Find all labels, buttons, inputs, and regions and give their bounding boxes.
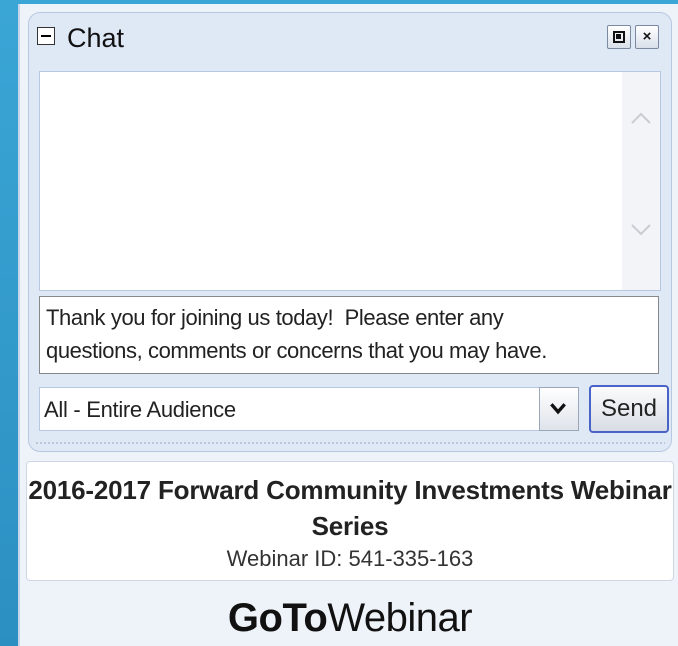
close-icon: ×	[642, 28, 652, 45]
webinar-title: 2016-2017 Forward Community Investments …	[28, 475, 672, 541]
chevron-down-icon	[550, 403, 566, 415]
chat-log[interactable]	[39, 71, 661, 291]
logo-webinar: Webinar	[327, 596, 473, 640]
chat-pane: Chat × Thank you for joining us today! P…	[28, 12, 672, 452]
chat-title: Chat	[67, 23, 125, 53]
chevron-down-icon[interactable]	[630, 218, 652, 240]
chevron-up-icon[interactable]	[630, 108, 652, 130]
webinar-id: Webinar ID: 541-335-163	[226, 546, 474, 571]
chat-header: Chat ×	[29, 13, 671, 63]
audience-dropdown-button[interactable]	[539, 387, 579, 431]
webinar-info: 2016-2017 Forward Community Investments …	[26, 461, 674, 581]
send-button[interactable]: Send	[589, 385, 669, 433]
footer: GoToWebinar	[20, 582, 678, 646]
close-button[interactable]: ×	[635, 25, 659, 49]
message-input[interactable]: Thank you for joining us today! Please e…	[39, 296, 659, 374]
audience-select[interactable]: All - Entire Audience	[39, 387, 579, 431]
collapse-button[interactable]	[37, 27, 55, 45]
audience-value: All - Entire Audience	[44, 397, 236, 422]
logo-goto: GoTo	[227, 596, 328, 640]
popout-icon	[613, 31, 625, 43]
popout-button[interactable]	[607, 25, 631, 49]
scrollbar[interactable]	[622, 72, 660, 290]
gotowebinar-panel: Chat × Thank you for joining us today! P…	[18, 4, 678, 646]
resize-grip[interactable]	[35, 441, 665, 445]
gotowebinar-logo: GoToWebinar	[20, 596, 678, 641]
